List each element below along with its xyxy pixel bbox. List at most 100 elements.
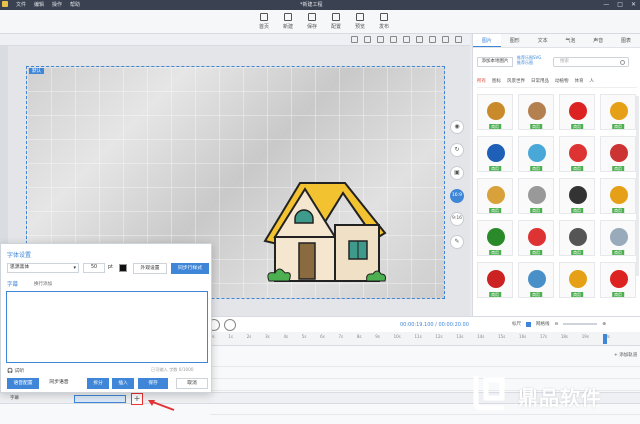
font-select[interactable]: 思源黑体 ▾ [7,263,79,273]
image-item-map-pin[interactable]: 商用 [600,136,636,172]
image-item-lips[interactable]: 商用 [559,94,595,130]
image-item-plane[interactable]: 商用 [518,262,554,298]
commercial-badge: 商用 [571,124,583,129]
image-item-sofa[interactable]: 商用 [518,136,554,172]
menu-operate[interactable]: 操作 [52,1,62,8]
commercial-badge: 商用 [530,124,542,129]
edit-button[interactable]: ✎ [450,235,464,249]
replay-button[interactable] [224,319,236,331]
image-item-phone[interactable]: 商用 [477,136,513,172]
subtitle-textarea[interactable] [6,291,208,363]
listen-button[interactable]: 🎧 试听 [7,367,24,374]
commercial-badge: 商用 [571,208,583,213]
category-nature[interactable]: 动植物 [555,78,569,87]
zoom-slider[interactable] [563,323,598,325]
image-item-truck[interactable]: 商用 [600,94,636,130]
image-item-suitcase[interactable]: 商用 [518,220,554,256]
ruler-toggle[interactable]: 标尺 [512,321,521,327]
insert-button[interactable]: 插入 [112,378,134,389]
category-all[interactable]: 所有 [477,78,486,87]
split-button[interactable]: 拆分 [87,378,109,389]
playhead[interactable] [603,334,607,344]
grid-checkbox[interactable] [526,321,531,327]
image-item-motorbike[interactable]: 商用 [559,178,595,214]
undo-icon[interactable] [429,36,436,43]
image-item-bag[interactable]: 商用 [600,178,636,214]
image-item-money-bag[interactable]: 商用 [559,262,595,298]
rotate-button[interactable]: ↻ [450,143,464,157]
fit-icon[interactable] [455,36,462,43]
tab-sound[interactable]: 声音 [584,34,612,47]
commercial-badge: 商用 [612,166,624,171]
dialog-save-button[interactable]: 保存 [138,378,168,389]
image-item-paper[interactable]: 商用 [518,178,554,214]
house-image[interactable] [255,171,395,287]
image-item-chair[interactable]: 商用 [600,220,636,256]
image-item-notepad[interactable]: 商用 [559,220,595,256]
subtitle-clip[interactable] [74,395,126,403]
align-icon[interactable] [351,36,358,43]
current-time: 00:00:19.100 [400,322,434,328]
image-item-gift[interactable]: 商用 [559,136,595,172]
close-button[interactable]: ✕ [631,1,636,8]
tab-shapes[interactable]: 图形 [501,34,529,47]
maximize-button[interactable]: □ [617,1,623,8]
category-icons[interactable]: 图标 [492,78,501,87]
sync-voice-toggle[interactable]: 同步语音 [43,378,75,389]
home-button[interactable]: 首页 [252,12,276,30]
zoom-in-icon[interactable]: ⊕ [602,322,606,327]
add-local-image-button[interactable]: 添加本地图片 [477,57,513,67]
panel-scrollbar[interactable] [636,96,639,276]
tab-images[interactable]: 图片 [473,34,501,47]
preview-button[interactable]: 预览 [348,12,372,30]
image-item-arrow[interactable]: 商用 [600,262,636,298]
add-track-button[interactable]: + 添加轨道 [614,352,637,358]
search-icon[interactable] [620,60,625,65]
tab-text[interactable]: 文本 [529,34,557,47]
category-daily[interactable]: 日常用品 [531,78,549,87]
camera-button[interactable]: ◉ [450,120,464,134]
tab-charts[interactable]: 图表 [612,34,640,47]
voice-config-button[interactable]: 语音配置 [7,378,39,389]
preview-label: 预览 [354,24,365,30]
image-item-cake[interactable]: 商用 [477,178,513,214]
image-item-burger[interactable]: 商用 [477,94,513,130]
crop-icon[interactable] [390,36,397,43]
zoom-out-icon[interactable]: ⊖ [555,322,559,327]
sync-style-button[interactable]: 同步行样式 [171,263,209,274]
commercial-badge: 商用 [489,292,501,297]
group-icon[interactable] [416,36,423,43]
menu-edit[interactable]: 编辑 [34,1,44,8]
image-item-signpost[interactable]: 商用 [518,94,554,130]
publish-button[interactable]: 发布 [372,12,396,30]
lock-button[interactable]: ▣ [450,166,464,180]
save-button[interactable]: 保存 [300,12,324,30]
add-subtitle-button[interactable]: + [131,393,143,405]
menu-help[interactable]: 帮助 [70,1,80,8]
new-button[interactable]: 新建 [276,12,300,30]
resource-tabs: 图片 图形 文本 气泡 声音 图表 [473,34,640,48]
category-scenery[interactable]: 风景世界 [507,78,525,87]
suitcase-icon [528,228,546,246]
ratio-9-16-button[interactable]: 9:16 [450,212,464,226]
ratio-16-9-button[interactable]: 16:9 [450,189,464,203]
category-people[interactable]: 人 [590,78,595,87]
minimize-button[interactable]: — [603,1,609,8]
lock-icon[interactable] [403,36,410,43]
font-size-input[interactable]: 50 [83,263,105,273]
dialog-cancel-button[interactable]: 取消 [176,378,208,389]
layer-icon[interactable] [364,36,371,43]
category-sports[interactable]: 体育 [575,78,584,87]
flip-icon[interactable] [377,36,384,43]
config-button[interactable]: 配置 [324,12,348,30]
menu-file[interactable]: 文件 [16,1,26,8]
image-item-cross[interactable]: 商用 [477,262,513,298]
redo-icon[interactable] [442,36,449,43]
tab-bubbles[interactable]: 气泡 [556,34,584,47]
image-item-check[interactable]: 商用 [477,220,513,256]
font-color-picker[interactable] [119,264,127,272]
appearance-settings-button[interactable]: 外观设置 [133,263,167,274]
ruler-tick: 3s [265,334,270,339]
recommend-link[interactable]: 推荐乐图 [517,60,541,65]
resource-search-input[interactable]: 搜索 [553,57,629,67]
